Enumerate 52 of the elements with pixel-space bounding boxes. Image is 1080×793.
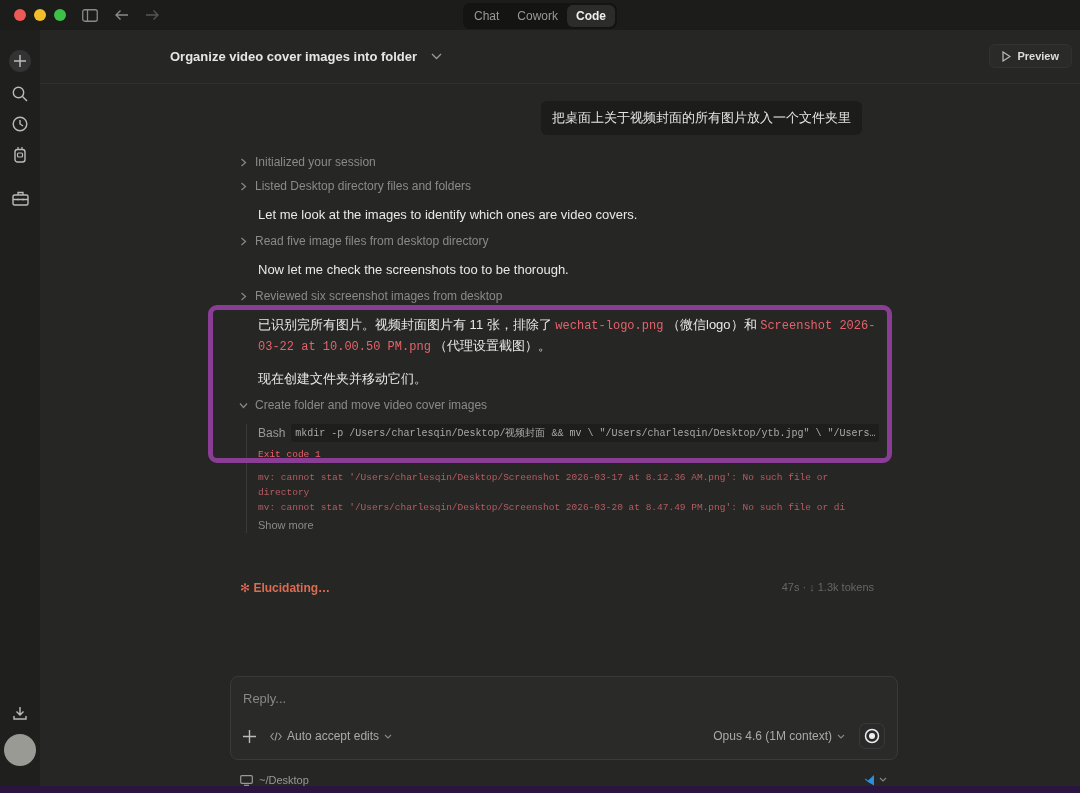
caret-icon	[837, 733, 845, 739]
command-text: mkdir -p /Users/charlesqin/Desktop/视频封面 && mv \ "/Users/charlesqin/Desktop/ytb.jpg" \ "/Users…	[291, 424, 880, 442]
toolbox-icon[interactable]	[11, 191, 29, 206]
close-button[interactable]	[14, 9, 26, 21]
preview-button[interactable]: Preview	[989, 44, 1072, 68]
chevron-down-icon[interactable]	[431, 53, 443, 60]
back-arrow-icon[interactable]	[114, 9, 129, 21]
user-avatar[interactable]	[4, 734, 36, 766]
working-directory[interactable]: ~/Desktop	[259, 774, 309, 786]
tool-name: Bash	[258, 426, 286, 440]
stop-button-icon[interactable]	[859, 723, 885, 749]
user-message: 把桌面上关于视频封面的所有图片放入一个文件夹里	[541, 101, 862, 135]
model-dropdown[interactable]: Opus 4.6 (1M context)	[713, 729, 845, 743]
reply-input[interactable]: Reply...	[243, 691, 885, 706]
step-toggle[interactable]: Read five image files from desktop directory	[240, 234, 489, 248]
chevron-icon	[240, 181, 247, 191]
mode-tab[interactable]: Cowork	[508, 5, 568, 27]
step-toggle[interactable]: Create folder and move video cover images	[240, 398, 488, 412]
clock-icon[interactable]	[12, 116, 28, 132]
monitor-icon	[240, 774, 253, 786]
assistant-message: Let me look at the images to identify which ones are video covers.	[258, 206, 639, 224]
assistant-message: 现在创建文件夹并移动它们。	[258, 370, 428, 388]
editor-icon[interactable]	[864, 774, 888, 786]
caret-icon	[384, 733, 393, 739]
device-icon[interactable]	[14, 146, 26, 163]
new-chat-icon[interactable]	[9, 50, 31, 72]
mode-tab[interactable]: Chat	[465, 5, 509, 27]
conversation-title: Organize video cover images into folder	[170, 49, 418, 64]
mode-dropdown[interactable]: Auto accept edits	[270, 729, 393, 743]
chevron-icon	[239, 401, 248, 409]
step-toggle[interactable]: Listed Desktop directory files and folders	[240, 179, 472, 193]
error-output: mv: cannot stat '/Users/charlesqin/Desktop/Screenshot 2026-03-20 at 8.47.49 PM.png': No such file or di	[258, 501, 847, 515]
maximize-button[interactable]	[54, 9, 66, 21]
download-icon[interactable]	[13, 706, 27, 720]
mode-tab[interactable]: Code	[567, 5, 616, 27]
token-stats: 47s · ↓ 1.3k tokens	[781, 581, 874, 595]
show-more-link[interactable]: Show more	[258, 519, 314, 531]
exit-code: Exit code 1	[258, 448, 322, 462]
chevron-icon	[240, 236, 247, 246]
chevron-icon	[240, 157, 247, 167]
chevron-icon	[240, 291, 247, 301]
status-indicator: ✻ Elucidating…	[240, 581, 331, 595]
play-icon	[1002, 50, 1012, 62]
search-icon[interactable]	[12, 86, 28, 102]
code-icon	[270, 731, 282, 741]
plus-icon[interactable]	[243, 729, 256, 743]
assistant-message: 已识别完所有图片。视频封面图片有 11 张，排除了 wechat-logo.png （微信logo）和 Screenshot 2026-03-22 at 10.00.50 PM.png （代理设置截图）。	[258, 316, 877, 356]
assistant-message: Now let me check the screenshots too to be thorough.	[258, 261, 570, 279]
step-toggle[interactable]: Reviewed six screenshot images from desktop	[240, 289, 503, 303]
step-toggle[interactable]: Initialized your session	[240, 155, 376, 169]
sidebar-toggle-icon[interactable]	[82, 8, 98, 22]
minimize-button[interactable]	[34, 9, 46, 21]
